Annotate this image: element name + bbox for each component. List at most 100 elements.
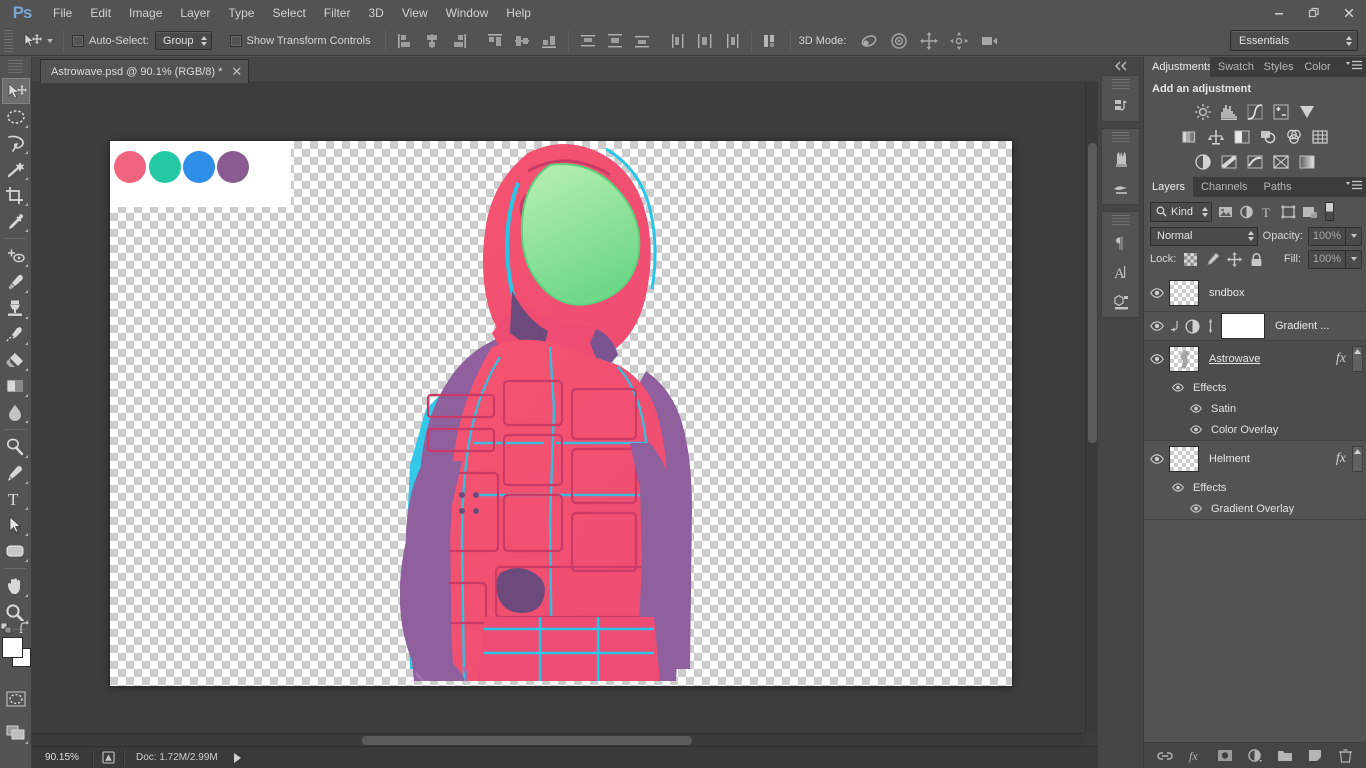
- menu-filter[interactable]: Filter: [315, 0, 360, 26]
- align-bottom-edges-icon[interactable]: [538, 30, 560, 52]
- menu-3d[interactable]: 3D: [359, 0, 392, 26]
- levels-icon[interactable]: [1219, 102, 1240, 121]
- layer-effects-expander-icon[interactable]: [1352, 346, 1363, 372]
- tab-channels[interactable]: Channels: [1193, 177, 1256, 197]
- effects-visibility-icon[interactable]: [1170, 379, 1186, 397]
- opacity-value-field[interactable]: 100%: [1308, 226, 1346, 246]
- align-vertical-centers-icon[interactable]: [511, 30, 533, 52]
- align-left-edges-icon[interactable]: [394, 30, 416, 52]
- brush-tool[interactable]: [2, 269, 30, 295]
- eraser-tool[interactable]: [2, 347, 30, 373]
- document-tab[interactable]: Astrowave.psd @ 90.1% (RGB/8) * ✕: [40, 59, 250, 83]
- magic-wand-tool[interactable]: [2, 156, 30, 182]
- effect-visibility-icon[interactable]: [1188, 500, 1204, 518]
- adjustments-panel-menu-icon[interactable]: [1346, 60, 1362, 71]
- swap-colors-icon[interactable]: [19, 621, 31, 634]
- menu-layer[interactable]: Layer: [171, 0, 219, 26]
- layer-filter-toggle[interactable]: [1325, 202, 1334, 221]
- dodge-tool[interactable]: [2, 434, 30, 460]
- layer-visibility-icon[interactable]: [1148, 345, 1166, 373]
- delete-layer-icon[interactable]: [1336, 747, 1354, 765]
- filter-smart-object-icon[interactable]: [1300, 202, 1319, 221]
- canvas-vertical-scrollbar[interactable]: [1085, 83, 1098, 733]
- tab-layers[interactable]: Layers: [1144, 177, 1194, 197]
- gradient-map-icon[interactable]: [1297, 152, 1318, 171]
- hand-tool[interactable]: [2, 573, 30, 599]
- tab-adjustments[interactable]: Adjustments: [1144, 57, 1210, 77]
- restore-button[interactable]: [1296, 0, 1331, 26]
- channel-mixer-icon[interactable]: [1284, 127, 1305, 146]
- posterize-icon[interactable]: [1219, 152, 1240, 171]
- effect-visibility-icon[interactable]: [1188, 421, 1204, 439]
- menu-type[interactable]: Type: [219, 0, 263, 26]
- dock-group-grip[interactable]: [1112, 215, 1129, 225]
- paragraph-panel-icon[interactable]: ¶: [1102, 227, 1140, 257]
- opacity-slider-arrow-icon[interactable]: [1346, 226, 1362, 246]
- distribute-top-edges-icon[interactable]: [577, 30, 599, 52]
- minimize-button[interactable]: [1261, 0, 1296, 26]
- threshold-icon[interactable]: [1245, 152, 1266, 171]
- distribute-horizontal-centers-icon[interactable]: [694, 30, 716, 52]
- lock-transparent-pixels-icon[interactable]: [1183, 251, 1198, 267]
- layer-row[interactable]: sndbox: [1144, 275, 1366, 311]
- distribute-right-edges-icon[interactable]: [721, 30, 743, 52]
- canvas-horizontal-scrollbar[interactable]: [32, 733, 1085, 746]
- layer-effects-expander-icon[interactable]: [1352, 446, 1363, 472]
- 3d-slide-icon[interactable]: [948, 30, 970, 52]
- fill-slider-arrow-icon[interactable]: [1346, 249, 1362, 269]
- collapse-panels-icon[interactable]: [1098, 57, 1143, 75]
- gradient-tool[interactable]: [2, 373, 30, 399]
- curves-icon[interactable]: [1245, 102, 1266, 121]
- new-group-icon[interactable]: [1276, 747, 1294, 765]
- layer-thumbnail[interactable]: [1169, 446, 1199, 472]
- layer-visibility-icon[interactable]: [1148, 312, 1166, 340]
- vibrance-icon[interactable]: [1297, 102, 1318, 121]
- show-transform-controls-checkbox[interactable]: [229, 34, 242, 47]
- lock-all-icon[interactable]: [1249, 251, 1264, 267]
- effect-visibility-icon[interactable]: [1188, 400, 1204, 418]
- layer-effects-row[interactable]: Effects: [1144, 477, 1366, 498]
- distribute-left-edges-icon[interactable]: [667, 30, 689, 52]
- filter-pixel-icon[interactable]: [1216, 202, 1235, 221]
- effects-visibility-icon[interactable]: [1170, 479, 1186, 497]
- menu-file[interactable]: File: [44, 0, 81, 26]
- 3d-camera-icon[interactable]: [978, 30, 1000, 52]
- layer-effect-item[interactable]: Gradient Overlay: [1144, 498, 1366, 519]
- add-layer-mask-icon[interactable]: [1216, 747, 1234, 765]
- document-tab-close-icon[interactable]: ✕: [231, 65, 242, 78]
- selective-color-icon[interactable]: [1271, 152, 1292, 171]
- tool-preset-chevron-icon[interactable]: [47, 38, 53, 43]
- filter-type-icon[interactable]: T: [1258, 202, 1277, 221]
- elliptical-marquee-tool[interactable]: [2, 104, 30, 130]
- add-layer-style-icon[interactable]: fx: [1186, 747, 1204, 765]
- layer-row[interactable]: Helment fx: [1144, 441, 1366, 477]
- tab-swatch[interactable]: Swatch: [1209, 57, 1256, 77]
- new-layer-icon[interactable]: [1306, 747, 1324, 765]
- black-white-icon[interactable]: [1232, 127, 1253, 146]
- workspace-switcher[interactable]: Essentials: [1230, 30, 1358, 51]
- menu-image[interactable]: Image: [120, 0, 171, 26]
- history-brush-tool[interactable]: [2, 321, 30, 347]
- distribute-bottom-edges-icon[interactable]: [631, 30, 653, 52]
- pen-tool[interactable]: [2, 460, 30, 486]
- layer-name[interactable]: sndbox: [1209, 287, 1366, 299]
- layer-effects-row[interactable]: Effects: [1144, 377, 1366, 398]
- dock-group-grip[interactable]: [1112, 79, 1129, 89]
- link-layers-icon[interactable]: [1156, 747, 1174, 765]
- blur-tool[interactable]: [2, 399, 30, 425]
- brightness-contrast-icon[interactable]: [1193, 102, 1214, 121]
- tab-styles[interactable]: Styles: [1255, 57, 1297, 77]
- layer-thumbnail[interactable]: [1169, 346, 1199, 372]
- menu-help[interactable]: Help: [497, 0, 540, 26]
- reset-colors-icon[interactable]: [0, 622, 12, 634]
- brush-presets-panel-icon[interactable]: [1102, 174, 1140, 204]
- filter-adjustment-icon[interactable]: [1237, 202, 1256, 221]
- fill-value-field[interactable]: 100%: [1308, 249, 1346, 269]
- auto-select-checkbox[interactable]: [72, 34, 84, 47]
- history-panel-icon[interactable]: [1102, 91, 1140, 121]
- character-panel-icon[interactable]: A: [1102, 257, 1140, 287]
- 3d-panel-icon[interactable]: [1102, 287, 1140, 317]
- 3d-pan-icon[interactable]: [918, 30, 940, 52]
- new-adjustment-layer-icon[interactable]: [1246, 747, 1264, 765]
- screen-mode-icon[interactable]: [2, 720, 30, 746]
